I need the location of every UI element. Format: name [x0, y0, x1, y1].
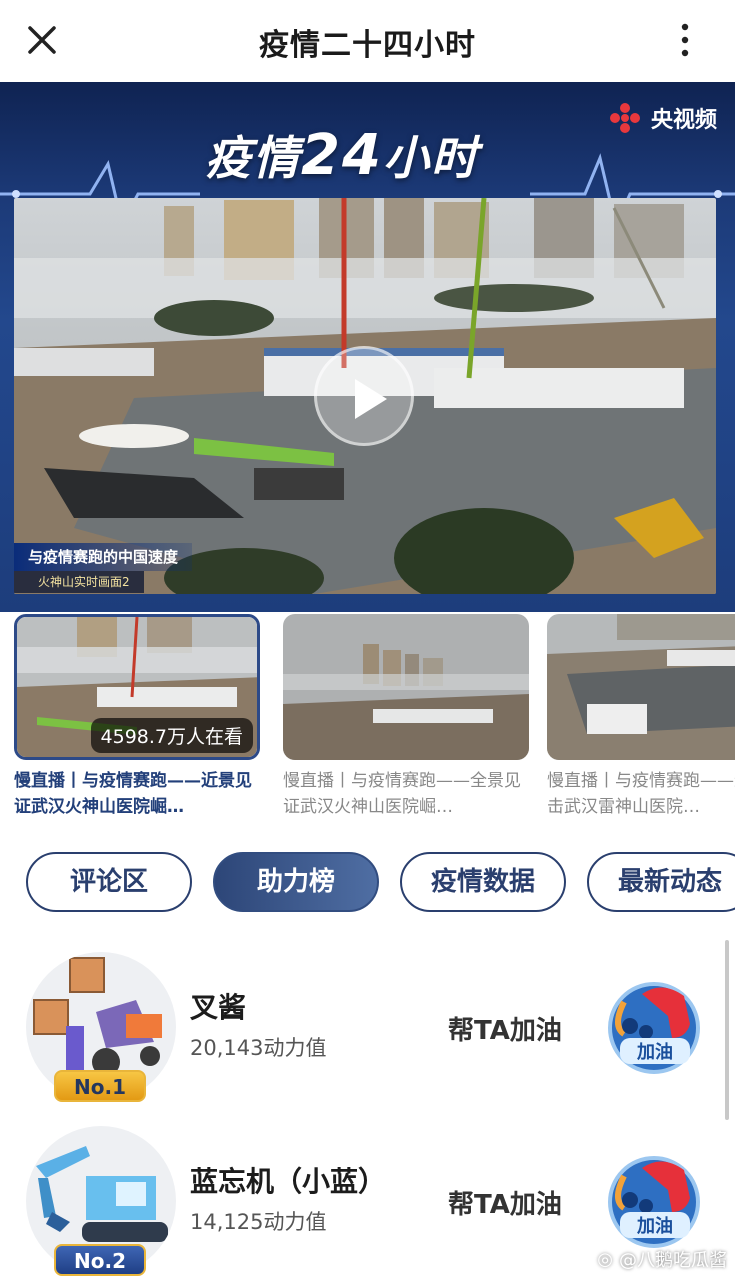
live-video-player[interactable]: 与疫情赛跑的中国速度 火神山实时画面2	[14, 198, 716, 594]
video-caption-sub: 火神山实时画面2	[14, 571, 144, 593]
tab-epidemic-data[interactable]: 疫情数据	[400, 852, 566, 912]
cctv-video-brand: 央视频	[607, 100, 717, 136]
video-caption-main: 与疫情赛跑的中国速度	[14, 543, 193, 571]
user-name: 叉酱	[190, 991, 247, 1024]
user-name: 蓝忘机（小蓝）	[190, 1165, 387, 1198]
tab-comments[interactable]: 评论区	[26, 852, 192, 912]
stream-thumbnail-list: 4598.7万人在看 慢直播丨与疫情赛跑——近景见证武汉火神山医院崛… 慢直播丨…	[14, 614, 735, 834]
rank-badge: No.1	[54, 1070, 146, 1102]
page-title: 疫情二十四小时	[259, 28, 476, 63]
section-tabs: 评论区 助力榜 疫情数据 最新动态	[26, 852, 735, 914]
svg-text:加油: 加油	[636, 1215, 673, 1237]
stream-thumbnail[interactable]: 慢直播丨与疫情赛跑——近景直击武汉雷神山医院…	[547, 614, 735, 820]
cctv-video-logo-icon	[609, 103, 640, 133]
stream-title: 慢直播丨与疫情赛跑——近景直击武汉雷神山医院…	[547, 771, 735, 817]
stream-thumbnail-image	[283, 614, 529, 760]
cheer-label: 帮TA加油	[448, 1016, 562, 1046]
cheer-button[interactable]: 加油	[602, 1150, 708, 1250]
play-icon	[355, 379, 387, 419]
stream-thumbnail-image: 4598.7万人在看	[14, 614, 260, 760]
cheer-button[interactable]: 加油	[602, 976, 708, 1076]
fuel-nozzle-icon: 加油	[608, 1156, 700, 1248]
scrollbar[interactable]	[725, 940, 729, 1120]
cheer-label: 帮TA加油	[448, 1190, 562, 1220]
top-app-bar: 疫情二十四小时	[0, 0, 735, 82]
viewer-count: 4598.7万人在看	[90, 718, 253, 753]
rank-badge: No.2	[54, 1244, 146, 1276]
tab-support-ranking[interactable]: 助力榜	[213, 852, 379, 912]
stream-thumbnail[interactable]: 4598.7万人在看 慢直播丨与疫情赛跑——近景见证武汉火神山医院崛…	[14, 614, 260, 820]
watermark: ◎ @八鹅吃瓜酱	[597, 1248, 727, 1272]
svg-text:加油: 加油	[636, 1041, 673, 1063]
stream-thumbnail-image	[547, 614, 735, 760]
more-options-icon[interactable]	[679, 22, 691, 58]
stream-title: 慢直播丨与疫情赛跑——全景见证武汉火神山医院崛…	[283, 771, 521, 817]
stream-title: 慢直播丨与疫情赛跑——近景见证武汉火神山医院崛…	[14, 771, 252, 817]
program-logo: 疫情24小时	[205, 123, 479, 188]
support-score: 14,125动力值	[190, 1210, 327, 1234]
tab-latest-news[interactable]: 最新动态	[587, 852, 735, 912]
support-score: 20,143动力值	[190, 1036, 327, 1060]
weibo-icon: ◎	[597, 1248, 613, 1270]
fuel-nozzle-icon: 加油	[608, 982, 700, 1074]
play-button[interactable]	[314, 346, 414, 446]
stream-thumbnail[interactable]: 慢直播丨与疫情赛跑——全景见证武汉火神山医院崛…	[283, 614, 529, 820]
ranking-item: No.1 叉酱 20,143动力值 帮TA加油 加油	[0, 952, 735, 1102]
live-banner: 疫情24小时 央视频 与疫情赛跑的中国速度 火神山实时画面2	[0, 82, 735, 612]
